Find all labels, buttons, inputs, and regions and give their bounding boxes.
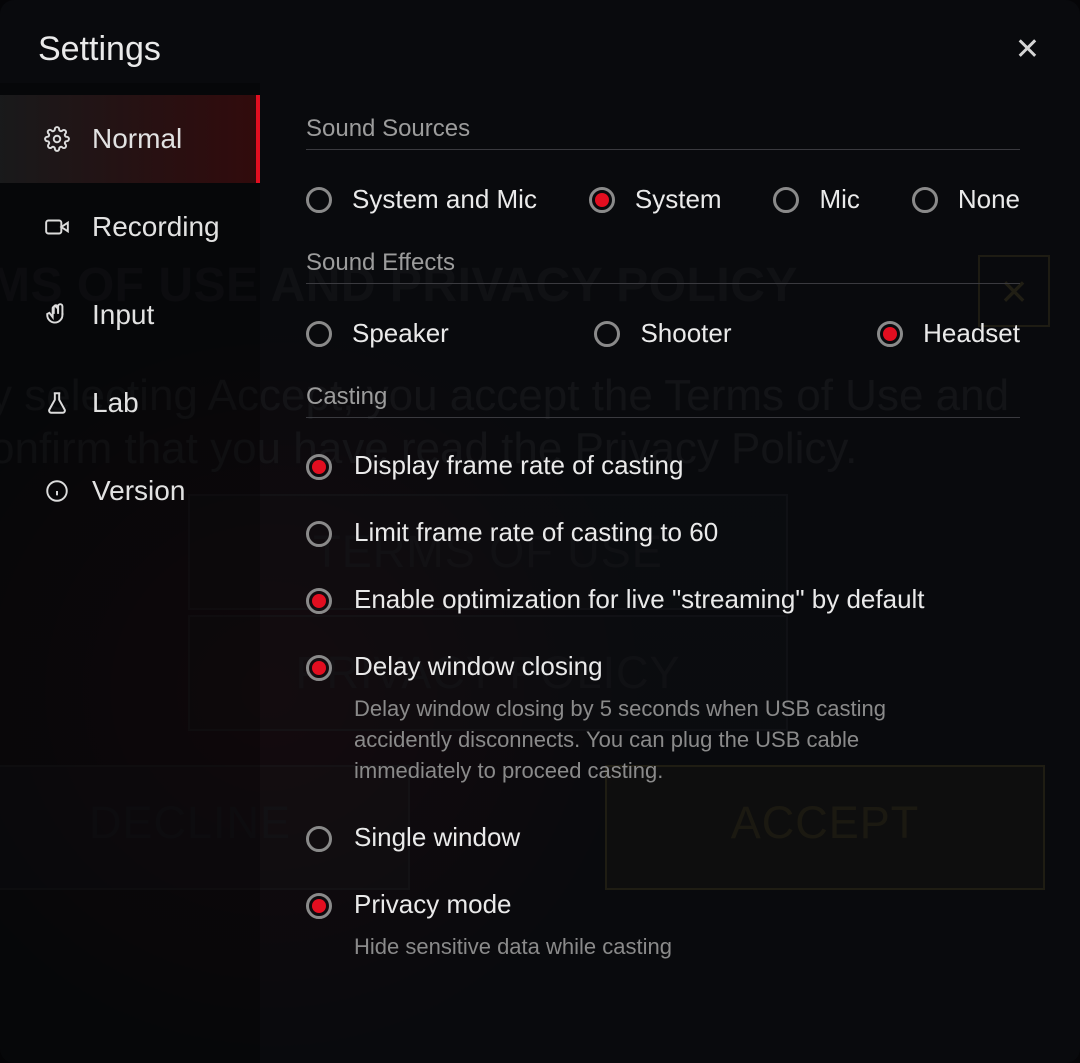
option-label: Display frame rate of casting [354, 450, 683, 481]
option-description: Hide sensitive data while casting [354, 932, 672, 963]
radio-icon [594, 321, 620, 347]
radio-icon [877, 321, 903, 347]
hand-icon [44, 302, 70, 328]
sidebar-item-label: Input [92, 299, 154, 331]
option-mic[interactable]: Mic [773, 184, 859, 215]
page-title: Settings [38, 30, 161, 69]
radio-icon [306, 521, 332, 547]
option-single-window[interactable]: Single window [306, 804, 1020, 871]
sound-effects-group: Speaker Shooter Headset [306, 284, 1020, 357]
option-delay-closing[interactable]: Delay window closing Delay window closin… [306, 633, 1020, 804]
option-label: Enable optimization for live "streaming"… [354, 584, 925, 615]
option-live-optimization[interactable]: Enable optimization for live "streaming"… [306, 566, 1020, 633]
sound-sources-group: System and Mic System Mic None [306, 150, 1020, 223]
radio-icon [306, 588, 332, 614]
flask-icon [44, 390, 70, 416]
sidebar-item-lab[interactable]: Lab [0, 359, 260, 447]
sidebar-item-label: Lab [92, 387, 139, 419]
settings-modal: Settings ✕ Normal Recording Inpu [0, 0, 1080, 1063]
option-label: Limit frame rate of casting to 60 [354, 517, 718, 548]
option-label: Mic [819, 184, 859, 215]
option-label: Delay window closing [354, 651, 974, 682]
radio-icon [306, 893, 332, 919]
section-title-sound-effects: Sound Effects [306, 223, 1020, 284]
option-limit-fps-60[interactable]: Limit frame rate of casting to 60 [306, 499, 1020, 566]
option-label: System and Mic [352, 184, 537, 215]
option-label: Privacy mode [354, 889, 672, 920]
modal-body: Normal Recording Input Lab [0, 83, 1080, 1063]
radio-icon [912, 187, 938, 213]
radio-icon [306, 187, 332, 213]
settings-content: Sound Sources System and Mic System Mic … [260, 83, 1080, 1063]
option-label: Headset [923, 318, 1020, 349]
option-system[interactable]: System [589, 184, 722, 215]
option-label: None [958, 184, 1020, 215]
radio-icon [306, 655, 332, 681]
option-speaker[interactable]: Speaker [306, 318, 449, 349]
radio-icon [773, 187, 799, 213]
option-shooter[interactable]: Shooter [594, 318, 731, 349]
close-icon[interactable]: ✕ [1015, 32, 1040, 67]
sidebar-item-label: Version [92, 475, 185, 507]
sidebar-item-recording[interactable]: Recording [0, 183, 260, 271]
option-label: Single window [354, 822, 520, 853]
option-description: Delay window closing by 5 seconds when U… [354, 694, 974, 786]
gear-icon [44, 126, 70, 152]
section-title-sound-sources: Sound Sources [306, 89, 1020, 150]
modal-header: Settings ✕ [0, 0, 1080, 83]
sidebar-item-input[interactable]: Input [0, 271, 260, 359]
radio-icon [589, 187, 615, 213]
sidebar-item-version[interactable]: Version [0, 447, 260, 535]
option-label: Shooter [640, 318, 731, 349]
option-headset[interactable]: Headset [877, 318, 1020, 349]
sidebar-item-label: Recording [92, 211, 220, 243]
radio-icon [306, 454, 332, 480]
radio-icon [306, 321, 332, 347]
option-display-fps[interactable]: Display frame rate of casting [306, 432, 1020, 499]
section-title-casting: Casting [306, 357, 1020, 418]
option-label: System [635, 184, 722, 215]
sidebar: Normal Recording Input Lab [0, 83, 260, 1063]
casting-group: Display frame rate of casting Limit fram… [306, 418, 1020, 981]
radio-icon [306, 826, 332, 852]
option-none[interactable]: None [912, 184, 1020, 215]
option-label: Speaker [352, 318, 449, 349]
option-privacy-mode[interactable]: Privacy mode Hide sensitive data while c… [306, 871, 1020, 981]
sidebar-item-normal[interactable]: Normal [0, 95, 260, 183]
info-icon [44, 478, 70, 504]
video-icon [44, 214, 70, 240]
sidebar-item-label: Normal [92, 123, 182, 155]
option-system-and-mic[interactable]: System and Mic [306, 184, 537, 215]
